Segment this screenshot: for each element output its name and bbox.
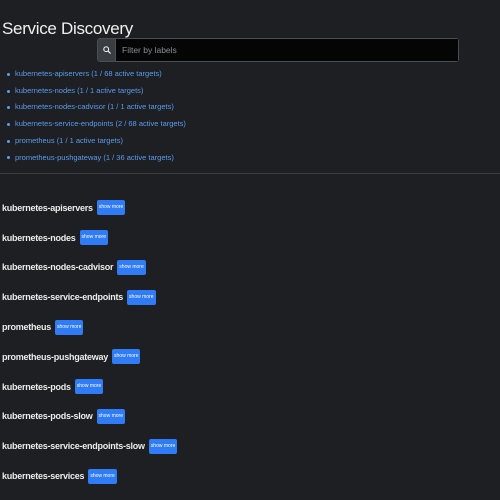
section-header: kubernetes-nodes-cadvisor show more	[2, 253, 177, 283]
section-title: prometheus	[2, 322, 52, 333]
section-title: kubernetes-apiservers	[2, 202, 93, 213]
section-header: prometheus show more	[2, 312, 177, 342]
show-more-button[interactable]: show more	[112, 349, 141, 365]
section-title: kubernetes-services	[2, 471, 85, 482]
divider	[0, 173, 500, 174]
show-more-button[interactable]: show more	[117, 259, 146, 275]
section-title: kubernetes-service-endpoints-slow	[2, 441, 145, 452]
search-input[interactable]	[116, 39, 458, 61]
section-header: kubernetes-pods show more	[2, 372, 177, 402]
show-more-button[interactable]: show more	[127, 289, 156, 305]
job-link[interactable]: kubernetes-apiservers (1 / 68 active tar…	[7, 66, 186, 83]
show-more-button[interactable]: show more	[79, 230, 108, 246]
show-more-button[interactable]: show more	[96, 408, 125, 424]
bullet-icon	[7, 122, 10, 126]
section-header: kubernetes-nodes show more	[2, 223, 177, 253]
job-link[interactable]: kubernetes-nodes-cadvisor (1 / 1 active …	[7, 99, 186, 116]
section-header: kubernetes-services show more	[2, 461, 177, 491]
job-link[interactable]: prometheus (1 / 1 active targets)	[7, 133, 186, 150]
show-more-button[interactable]: show more	[55, 319, 84, 335]
search-bar	[97, 38, 459, 62]
bullet-icon	[7, 106, 10, 110]
job-link[interactable]: kubernetes-nodes (1 / 1 active targets)	[7, 83, 186, 100]
section-title: kubernetes-pods-slow	[2, 411, 93, 422]
bullet-icon	[7, 72, 10, 76]
bullet-icon	[7, 89, 10, 93]
section-title: kubernetes-service-endpoints	[2, 292, 124, 303]
section-header: kubernetes-service-endpoints-slow show m…	[2, 431, 178, 461]
section-title: kubernetes-pods	[2, 381, 71, 392]
show-more-button[interactable]: show more	[148, 438, 178, 454]
section-title: kubernetes-nodes	[2, 232, 76, 243]
bullet-icon	[7, 139, 10, 143]
search-icon	[98, 39, 116, 61]
job-link[interactable]: prometheus-pushgateway (1 / 36 active ta…	[7, 150, 186, 167]
bullet-icon	[7, 156, 10, 160]
section-title: kubernetes-nodes-cadvisor	[2, 262, 114, 273]
section-title: prometheus-pushgateway	[2, 351, 109, 362]
section-header: prometheus-pushgateway show more	[2, 342, 177, 372]
section-header: kubernetes-pods-slow show more	[2, 402, 177, 432]
show-more-button[interactable]: show more	[96, 200, 126, 216]
show-more-button[interactable]: show more	[74, 379, 104, 395]
section-header: kubernetes-service-endpoints show more	[2, 282, 177, 312]
section-list: kubernetes-apiservers show more kubernet…	[2, 193, 178, 491]
job-list: kubernetes-apiservers (1 / 68 active tar…	[7, 66, 186, 166]
job-link[interactable]: kubernetes-service-endpoints (2 / 68 act…	[7, 116, 186, 133]
page-title: Service Discovery	[2, 19, 133, 39]
show-more-button[interactable]: show more	[88, 468, 117, 484]
section-header: kubernetes-apiservers show more	[2, 193, 177, 223]
